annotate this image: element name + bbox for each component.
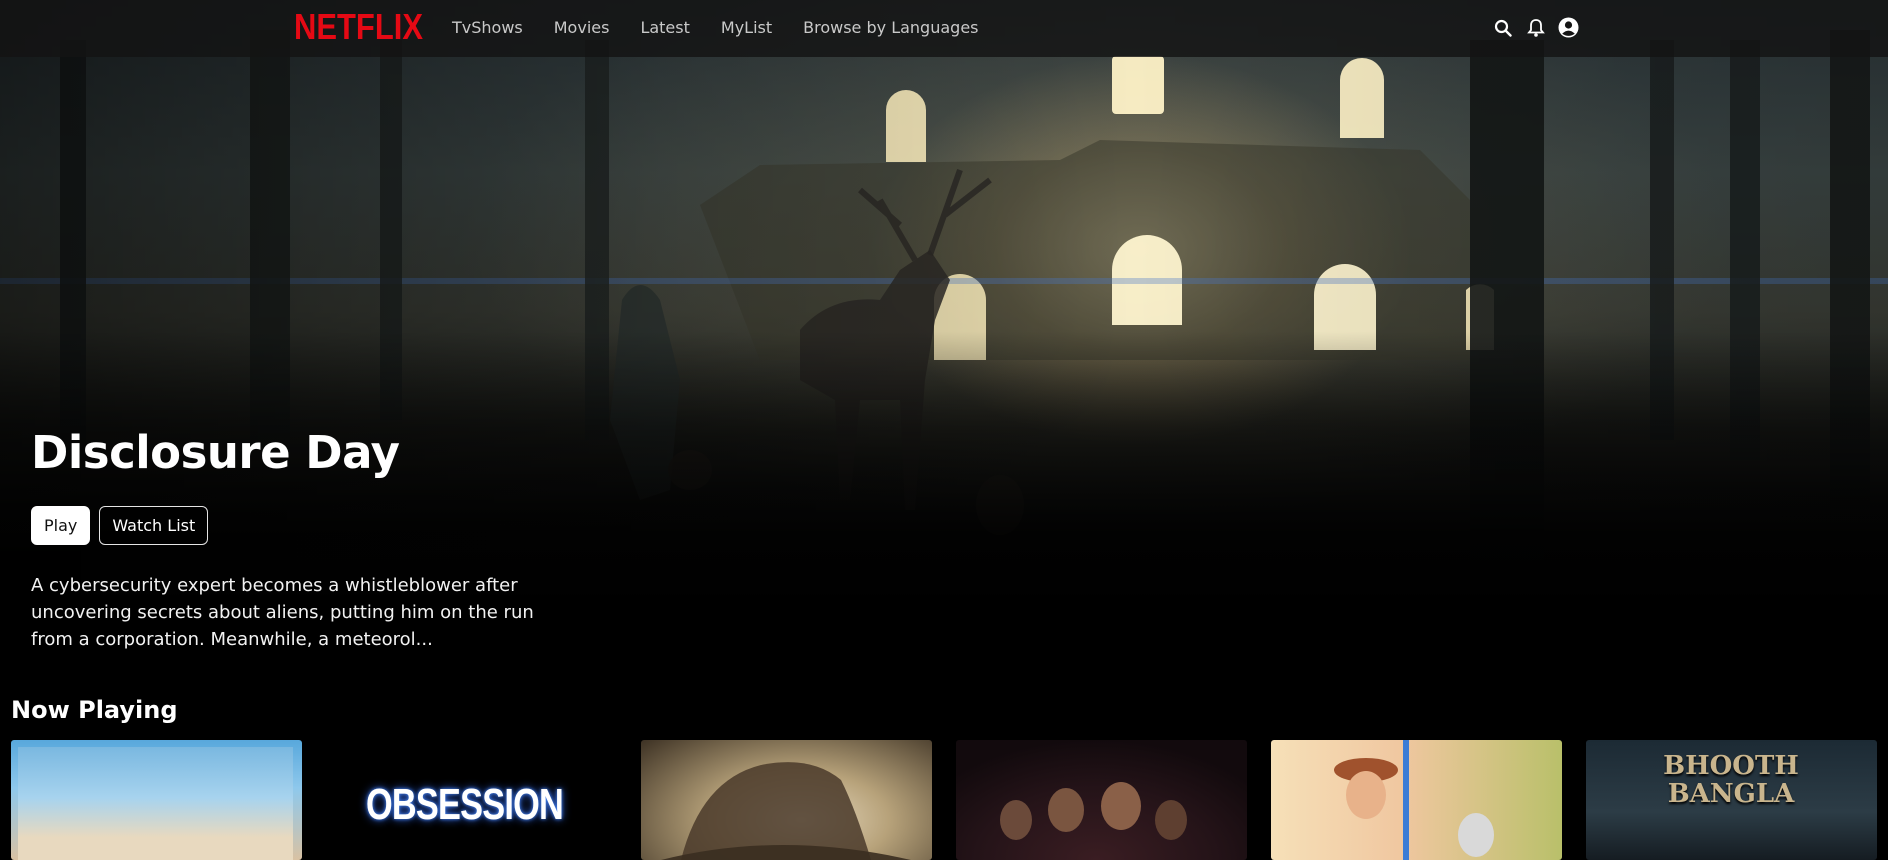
nav-icons bbox=[1492, 17, 1579, 38]
movie-poster bbox=[18, 747, 293, 860]
movie-card-title: OBSESSION bbox=[366, 780, 564, 829]
hero-description: A cybersecurity expert becomes a whistle… bbox=[31, 575, 534, 650]
movie-card[interactable] bbox=[11, 740, 302, 860]
nav-link-latest[interactable]: Latest bbox=[640, 18, 689, 37]
group-art bbox=[1000, 782, 1187, 840]
nav-link-movies[interactable]: Movies bbox=[554, 18, 610, 37]
nav-link-browse-languages[interactable]: Browse by Languages bbox=[803, 18, 978, 37]
user-circle-icon[interactable] bbox=[1558, 17, 1579, 38]
now-playing-title: Now Playing bbox=[11, 696, 178, 724]
movie-card[interactable] bbox=[641, 740, 932, 860]
movie-card-title: BHOOTH BANGLA bbox=[1663, 751, 1799, 809]
bell-icon[interactable] bbox=[1525, 17, 1546, 38]
movie-card[interactable] bbox=[956, 740, 1247, 860]
top-navbar: NETFLIX TvShows Movies Latest MyList Bro… bbox=[0, 0, 1888, 57]
toy-art bbox=[1334, 740, 1494, 860]
movie-card[interactable]: OBSESSION bbox=[326, 740, 617, 860]
fedora-hat-art bbox=[661, 762, 911, 860]
play-button[interactable]: Play bbox=[31, 506, 91, 545]
nav-link-tvshows[interactable]: TvShows bbox=[452, 18, 523, 37]
watch-list-button[interactable]: Watch List bbox=[99, 506, 209, 545]
now-playing-row: OBSESSION BHOOTH BANGLA bbox=[11, 740, 1877, 860]
hero-title: Disclosure Day bbox=[31, 426, 400, 479]
movie-card[interactable] bbox=[1271, 740, 1562, 860]
hero-content: Disclosure Day Play Watch List A cyberse… bbox=[31, 425, 551, 671]
movie-card[interactable]: BHOOTH BANGLA bbox=[1586, 740, 1877, 860]
hero-buttons: Play Watch List bbox=[31, 506, 551, 545]
netflix-logo[interactable]: NETFLIX bbox=[294, 6, 423, 48]
search-icon[interactable] bbox=[1492, 17, 1513, 38]
nav-link-mylist[interactable]: MyList bbox=[721, 18, 772, 37]
nav-links: TvShows Movies Latest MyList Browse by L… bbox=[452, 18, 979, 37]
